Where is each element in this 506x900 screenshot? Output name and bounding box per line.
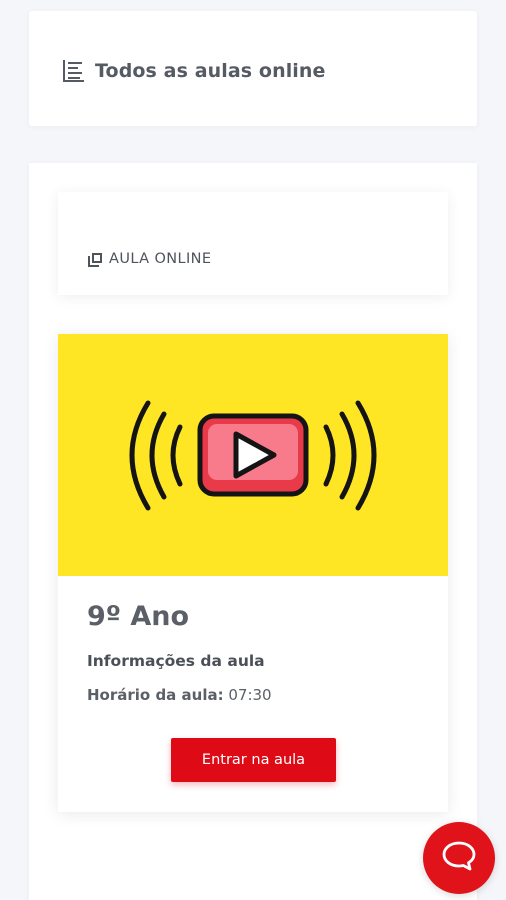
lesson-time: Horário da aula: 07:30 (87, 686, 272, 704)
book-icon (88, 252, 103, 267)
lesson-time-label: Horário da aula: (87, 686, 224, 704)
lesson-info-heading: Informações da aula (87, 652, 265, 670)
lesson-grade: 9º Ano (87, 601, 190, 632)
all-classes-label: Todos as aulas online (95, 60, 326, 82)
section-title-label: AULA ONLINE (109, 251, 212, 267)
enter-class-button[interactable]: Entrar na aula (171, 738, 336, 782)
list-icon (61, 59, 85, 83)
live-video-icon (129, 400, 377, 511)
chat-bubble-icon (441, 839, 477, 877)
all-classes-card: Todos as aulas online (29, 11, 477, 126)
section-title: AULA ONLINE (88, 251, 212, 267)
section-header: AULA ONLINE (58, 192, 448, 295)
lesson-card: 9º Ano Informações da aula Horário da au… (58, 334, 448, 812)
lesson-time-value: 07:30 (228, 686, 272, 704)
online-classes-panel: AULA ONLINE 9º Ano Informações da aula H… (29, 163, 477, 900)
chat-button[interactable] (423, 822, 495, 894)
all-classes-title[interactable]: Todos as aulas online (61, 59, 326, 83)
lesson-banner (58, 334, 448, 576)
